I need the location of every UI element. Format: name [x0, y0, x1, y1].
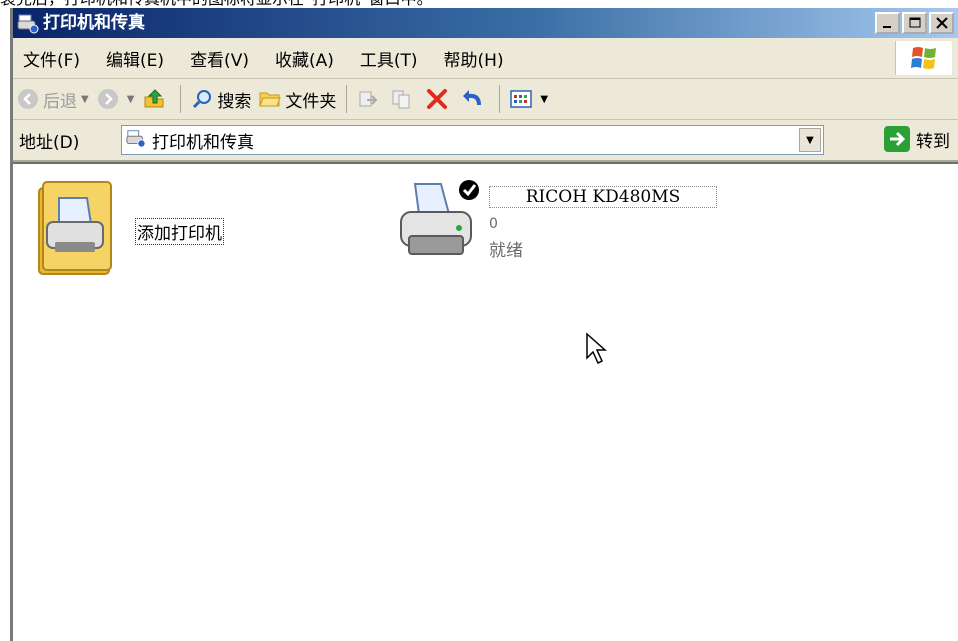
toolbar-separator [180, 85, 182, 113]
search-icon [193, 90, 212, 109]
menu-help[interactable]: 帮助(H) [444, 46, 504, 71]
move-to-button[interactable] [353, 82, 387, 116]
menu-view[interactable]: 查看(V) [190, 46, 249, 71]
maximize-icon [909, 17, 920, 28]
views-dropdown-icon[interactable]: ▼ [540, 94, 548, 105]
windows-flag-icon [895, 41, 952, 75]
undo-button[interactable] [457, 82, 493, 116]
address-label: 地址(D) [19, 132, 80, 153]
window-controls [875, 12, 954, 34]
go-label: 转到 [916, 131, 950, 152]
add-printer-item[interactable]: 添加打印机 [31, 178, 311, 288]
close-button[interactable] [929, 12, 954, 34]
views-icon [510, 90, 533, 108]
views-button[interactable]: ▼ [506, 82, 552, 116]
forward-dropdown-icon[interactable]: ▼ [127, 94, 135, 105]
forward-arrow-icon [97, 89, 118, 109]
address-dropdown-button[interactable]: ▼ [799, 128, 821, 152]
maximize-button[interactable] [902, 12, 927, 34]
address-field[interactable]: 打印机和传真 ▼ [121, 125, 824, 155]
add-printer-icon [31, 178, 125, 282]
folders-button[interactable]: 文件夹 [255, 82, 340, 116]
minimize-button[interactable] [875, 12, 900, 34]
document-caption: 装完后，打印机和传真机中的图标将显示在“打印机”窗口中。 [0, 0, 958, 8]
toolbar-separator [346, 85, 348, 113]
search-button[interactable]: 搜索 [187, 82, 255, 116]
mouse-pointer-icon [585, 332, 609, 370]
title-bar[interactable]: 打印机和传真 [13, 8, 958, 38]
copy-to-button[interactable] [387, 82, 421, 116]
up-folder-button[interactable] [138, 82, 174, 116]
back-arrow-icon [18, 89, 38, 109]
printer-document-count: 0 [489, 216, 498, 232]
menu-bar: 文件(F) 编辑(E) 查看(V) 收藏(A) 工具(T) 帮助(H) [13, 38, 958, 79]
address-value: 打印机和传真 [152, 132, 254, 153]
back-dropdown-icon[interactable]: ▼ [81, 94, 89, 105]
folders-label: 文件夹 [285, 91, 337, 112]
back-button[interactable]: 后退 ▼ [13, 82, 93, 116]
address-bar: 地址(D) 打印机和传真 ▼ 转到 [13, 120, 958, 162]
minimize-icon [882, 26, 891, 28]
delete-x-icon [427, 89, 448, 109]
move-to-icon [359, 91, 378, 107]
delete-button[interactable] [421, 82, 457, 116]
toolbar-separator [499, 85, 501, 113]
menu-favorites[interactable]: 收藏(A) [275, 46, 334, 71]
folder-icon [259, 92, 282, 107]
printer-status: 就绪 [489, 241, 523, 261]
go-button[interactable]: 转到 [884, 126, 950, 152]
add-printer-label: 添加打印机 [135, 218, 224, 245]
copy-to-icon [392, 90, 410, 109]
up-folder-icon [144, 89, 164, 108]
printers-window: 打印机和传真 文件(F) 编辑(E) 查看(V) 收藏(A) 工具(T) 帮助(… [10, 8, 958, 641]
search-label: 搜索 [217, 91, 252, 112]
printer-folder-icon [126, 128, 146, 152]
folder-content-area[interactable]: 添加打印机 RICOH KD480MS 0 就绪 [13, 162, 958, 641]
window-title: 打印机和传真 [43, 13, 145, 33]
printer-name: RICOH KD480MS [489, 186, 717, 208]
printer-folder-icon [17, 12, 39, 34]
standard-toolbar: 后退 ▼ ▼ 搜索 文件夹 ▼ [13, 79, 958, 120]
menu-file[interactable]: 文件(F) [23, 46, 80, 71]
default-printer-icon [397, 178, 483, 278]
printer-item[interactable]: RICOH KD480MS 0 就绪 [397, 178, 797, 298]
forward-button[interactable]: ▼ [93, 82, 139, 116]
back-label: 后退 [43, 91, 77, 112]
undo-icon [463, 90, 482, 105]
menu-edit[interactable]: 编辑(E) [106, 46, 164, 71]
menu-tools[interactable]: 工具(T) [360, 46, 418, 71]
close-icon [935, 17, 948, 29]
go-arrow-icon [884, 126, 910, 152]
